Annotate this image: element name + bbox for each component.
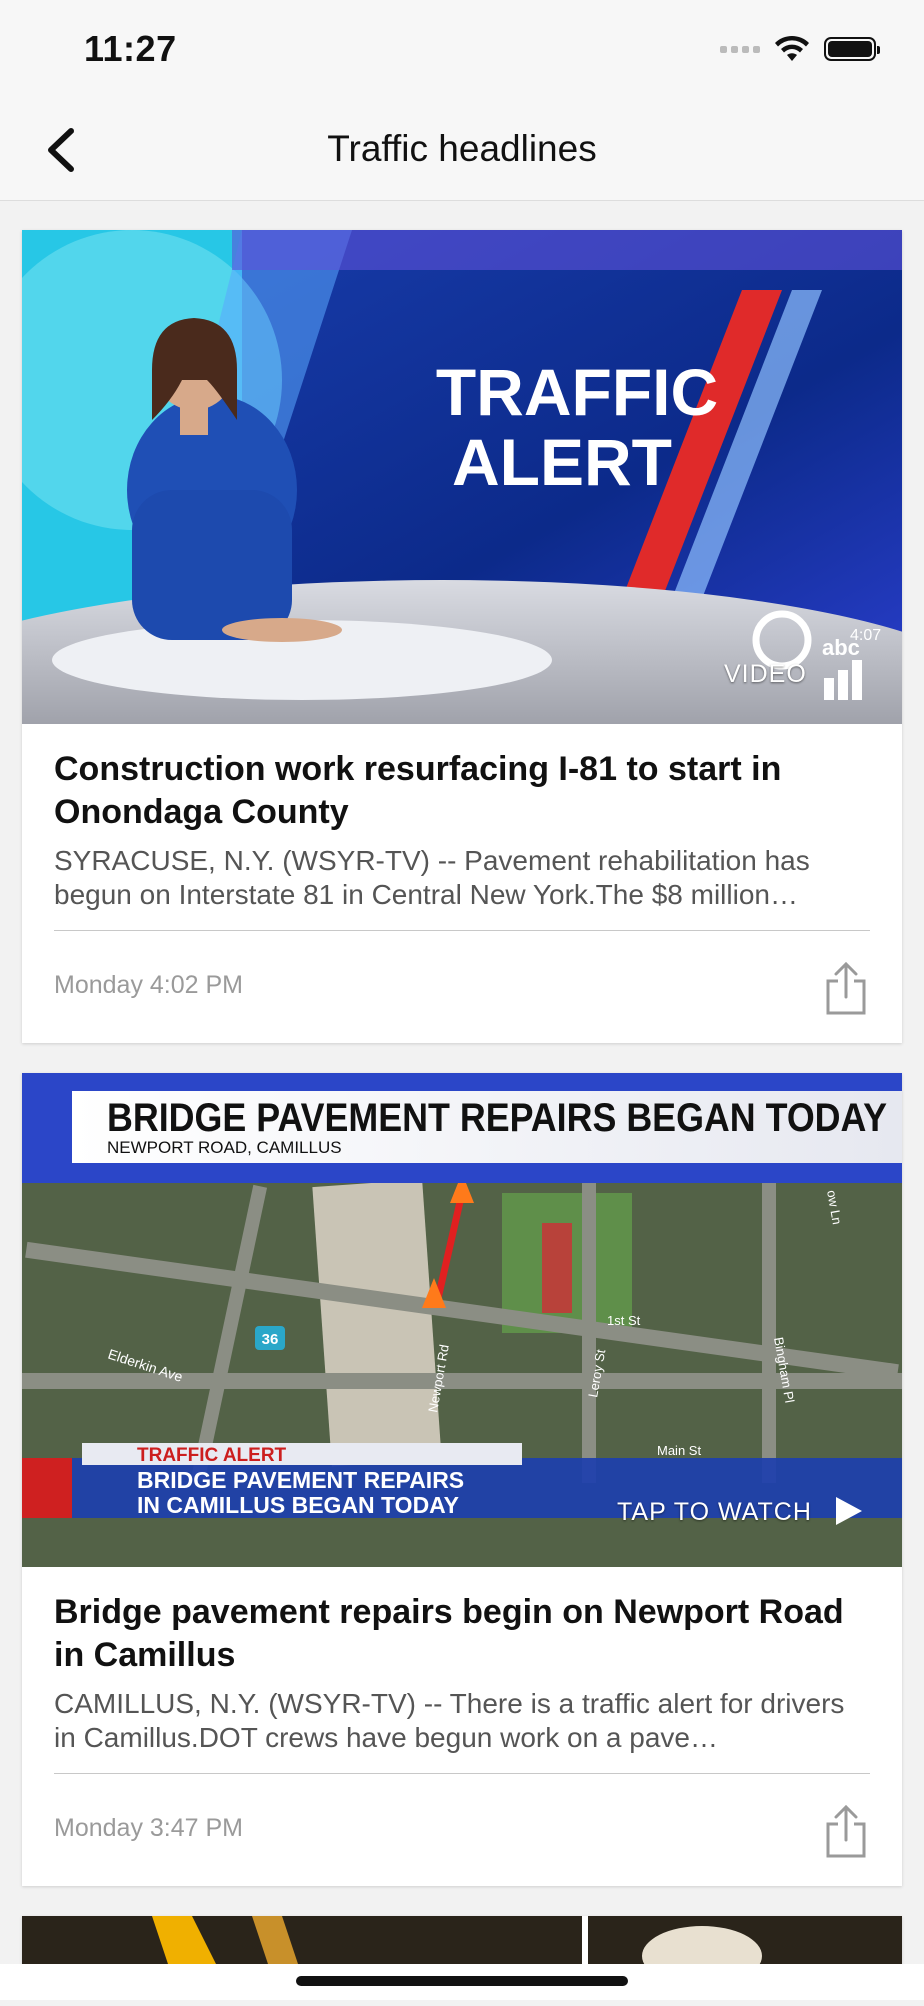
svg-text:4:07: 4:07 bbox=[850, 627, 881, 644]
svg-text:1st St: 1st St bbox=[607, 1313, 641, 1328]
svg-text:Main St: Main St bbox=[657, 1443, 701, 1458]
svg-text:36: 36 bbox=[262, 1331, 279, 1348]
svg-text:BRIDGE PAVEMENT REPAIRS BEGAN: BRIDGE PAVEMENT REPAIRS BEGAN TODAY bbox=[107, 1096, 887, 1140]
svg-text:IN CAMILLUS BEGAN TODAY: IN CAMILLUS BEGAN TODAY bbox=[137, 1492, 459, 1518]
share-icon bbox=[826, 1804, 866, 1858]
status-bar: 11:27 bbox=[0, 0, 924, 100]
video-label: VIDEO bbox=[724, 660, 807, 688]
status-time: 11:27 bbox=[84, 28, 177, 69]
svg-text:NEWPORT ROAD, CAMILLUS: NEWPORT ROAD, CAMILLUS bbox=[107, 1138, 342, 1157]
article-card[interactable]: TRAFFIC ALERT abc 4:07 VIDEO Constructio… bbox=[22, 230, 902, 1043]
article-title[interactable]: Construction work resurfacing I-81 to st… bbox=[54, 748, 870, 834]
article-card[interactable]: Elderkin Ave 36 Newport Rd Leroy St 1st … bbox=[22, 1073, 902, 1886]
article-feed[interactable]: TRAFFIC ALERT abc 4:07 VIDEO Constructio… bbox=[22, 230, 902, 2006]
share-button[interactable] bbox=[822, 961, 870, 1017]
cellular-signal-icon bbox=[720, 45, 760, 53]
article-timestamp: Monday 3:47 PM bbox=[54, 1814, 243, 1842]
share-icon bbox=[826, 961, 866, 1015]
article-summary: CAMILLUS, N.Y. (WSYR-TV) -- There is a t… bbox=[54, 1688, 845, 1753]
wifi-icon bbox=[775, 35, 809, 61]
navigation-bar: Traffic headlines bbox=[0, 100, 924, 201]
battery-icon bbox=[824, 37, 880, 61]
thumbnail-image: Elderkin Ave 36 Newport Rd Leroy St 1st … bbox=[22, 1073, 902, 1567]
article-thumbnail[interactable]: Elderkin Ave 36 Newport Rd Leroy St 1st … bbox=[22, 1073, 902, 1567]
article-timestamp: Monday 4:02 PM bbox=[54, 971, 243, 999]
svg-text:TRAFFIC ALERT: TRAFFIC ALERT bbox=[137, 1445, 287, 1466]
page-title: Traffic headlines bbox=[327, 128, 597, 169]
svg-text:TRAFFIC: TRAFFIC bbox=[436, 355, 718, 429]
article-summary: SYRACUSE, N.Y. (WSYR-TV) -- Pavement reh… bbox=[54, 845, 810, 910]
thumbnail-image: TRAFFIC ALERT abc 4:07 bbox=[22, 230, 902, 724]
share-button[interactable] bbox=[822, 1804, 870, 1860]
tap-to-watch-label[interactable]: TAP TO WATCH bbox=[617, 1498, 812, 1527]
home-indicator[interactable] bbox=[296, 1976, 628, 1986]
svg-text:ALERT: ALERT bbox=[452, 425, 672, 499]
svg-text:BRIDGE PAVEMENT REPAIRS: BRIDGE PAVEMENT REPAIRS bbox=[137, 1467, 464, 1493]
status-icons bbox=[720, 34, 880, 64]
article-title[interactable]: Bridge pavement repairs begin on Newport… bbox=[54, 1591, 870, 1677]
article-thumbnail[interactable]: TRAFFIC ALERT abc 4:07 VIDEO bbox=[22, 230, 902, 724]
